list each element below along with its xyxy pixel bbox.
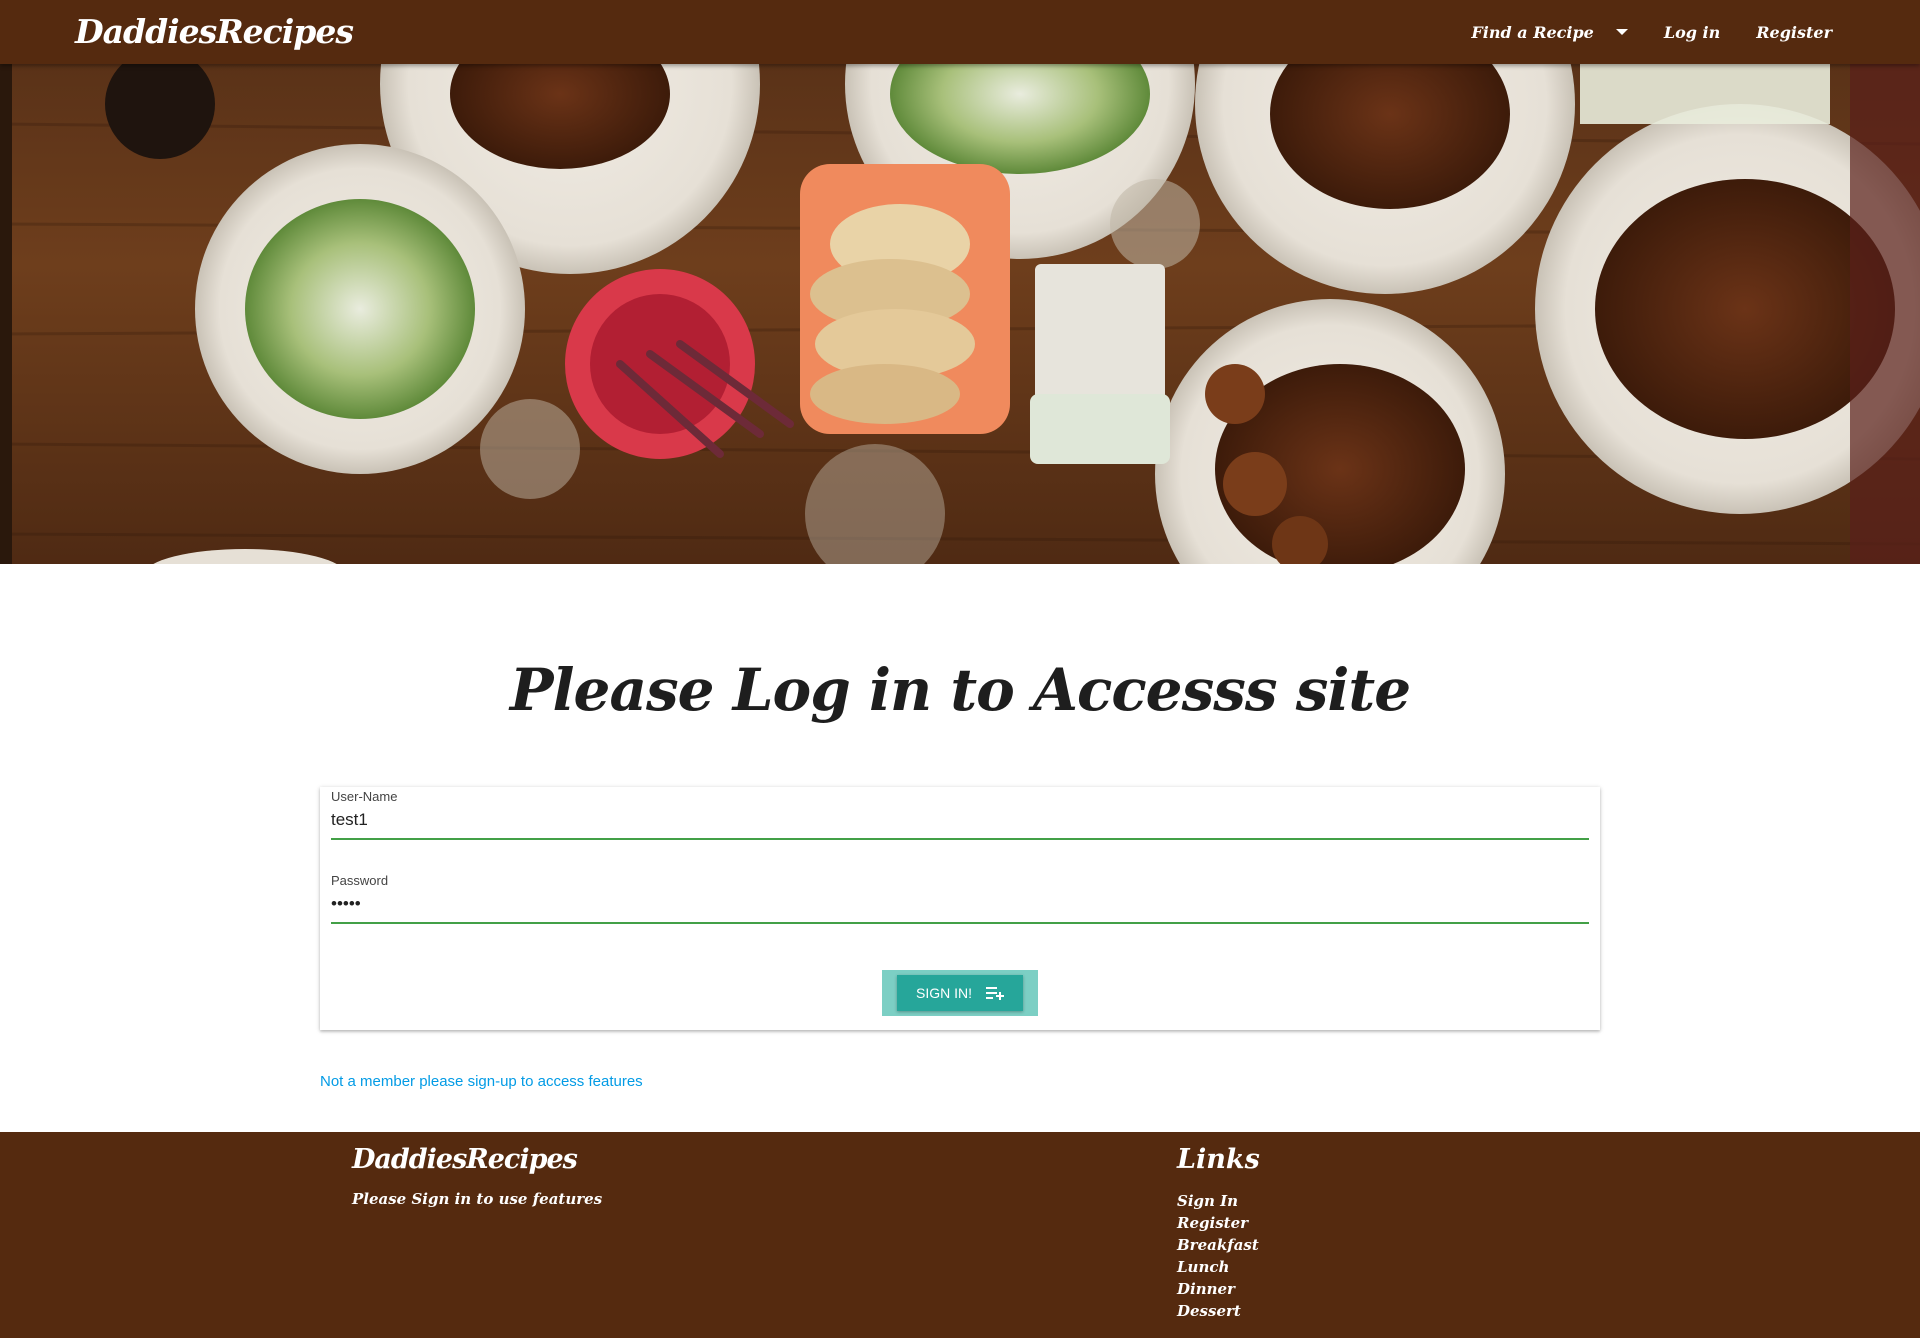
footer-brand: DaddiesRecipes — [352, 1144, 578, 1175]
footer-link-lunch[interactable]: Lunch — [1177, 1256, 1259, 1278]
nav-find-recipe-dropdown[interactable]: Find a Recipe — [1471, 22, 1628, 42]
footer-links-title: Links — [1177, 1144, 1260, 1175]
username-input[interactable] — [331, 804, 1589, 840]
playlist-add-icon — [986, 986, 1004, 1000]
footer-links-list: Sign In Register Breakfast Lunch Dinner … — [1177, 1190, 1259, 1322]
hero-image — [0, 64, 1920, 564]
nav-find-recipe-label: Find a Recipe — [1471, 22, 1594, 42]
food-table-photo — [0, 64, 1920, 564]
username-field-group: User-Name — [331, 789, 1589, 840]
footer-link-breakfast[interactable]: Breakfast — [1177, 1234, 1259, 1256]
password-input[interactable] — [331, 888, 1589, 924]
login-card: User-Name Password SIGN IN! — [320, 787, 1600, 1030]
footer-subtitle: Please Sign in to use features — [352, 1190, 603, 1208]
navbar: DaddiesRecipes Find a Recipe Log in Regi… — [0, 0, 1920, 64]
nav-login-link[interactable]: Log in — [1664, 23, 1720, 42]
password-field-group: Password — [331, 873, 1589, 924]
nav-links: Find a Recipe Log in Register — [1435, 0, 1832, 64]
sign-in-button-focus-ring: SIGN IN! — [882, 970, 1038, 1016]
nav-register-link[interactable]: Register — [1756, 23, 1832, 42]
signup-link[interactable]: Not a member please sign-up to access fe… — [320, 1073, 643, 1090]
sign-in-button[interactable]: SIGN IN! — [897, 975, 1023, 1011]
footer-link-register[interactable]: Register — [1177, 1212, 1259, 1234]
footer-link-dinner[interactable]: Dinner — [1177, 1278, 1259, 1300]
footer-link-sign-in[interactable]: Sign In — [1177, 1190, 1259, 1212]
sign-in-button-label: SIGN IN! — [915, 985, 972, 1001]
footer: DaddiesRecipes Please Sign in to use fea… — [0, 1132, 1920, 1338]
brand-logo[interactable]: DaddiesRecipes — [75, 12, 354, 51]
page-title: Please Log in to Accesss site — [509, 656, 1411, 724]
footer-link-dessert[interactable]: Dessert — [1177, 1300, 1259, 1322]
caret-down-icon — [1615, 29, 1628, 35]
username-label: User-Name — [331, 789, 398, 804]
password-label: Password — [331, 873, 389, 888]
